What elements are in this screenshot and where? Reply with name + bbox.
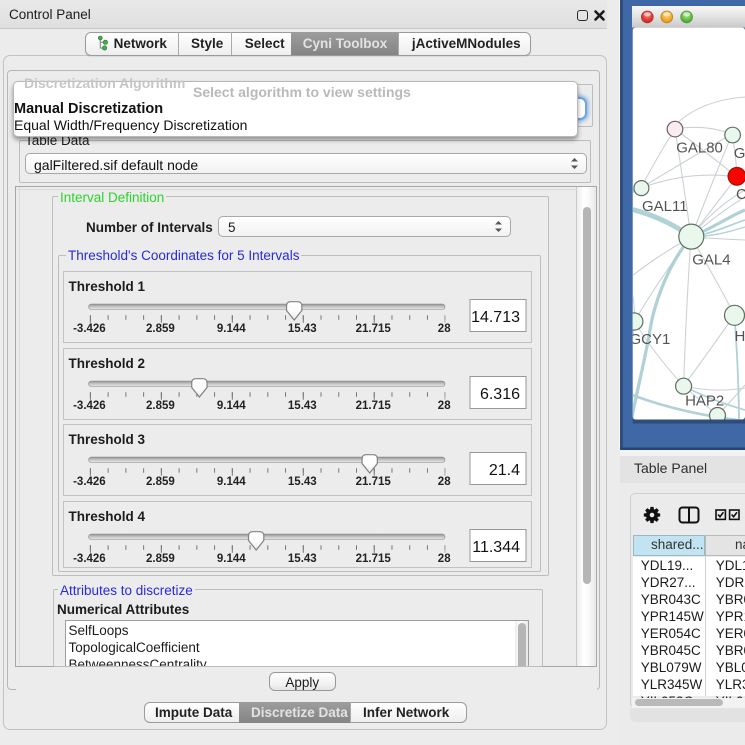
svg-text:21.715: 21.715 xyxy=(356,553,392,565)
svg-text:GCY1: GCY1 xyxy=(630,331,671,348)
svg-text:15.43: 15.43 xyxy=(288,323,317,335)
svg-text:CY: CY xyxy=(736,186,745,203)
svg-text:-3.426: -3.426 xyxy=(73,476,106,488)
svg-text:GAL80: GAL80 xyxy=(676,139,723,156)
svg-text:9.144: 9.144 xyxy=(217,553,246,565)
svg-text:15.43: 15.43 xyxy=(288,553,317,565)
svg-text:2.859: 2.859 xyxy=(146,323,175,335)
svg-text:21.715: 21.715 xyxy=(356,400,392,412)
svg-text:21.4: 21.4 xyxy=(489,462,520,479)
svg-text:GA: GA xyxy=(734,145,745,162)
svg-text:9.144: 9.144 xyxy=(217,476,246,488)
svg-text:28: 28 xyxy=(438,400,451,412)
svg-text:11.344: 11.344 xyxy=(472,539,520,556)
svg-text:15.43: 15.43 xyxy=(288,476,317,488)
svg-text:6.316: 6.316 xyxy=(480,386,520,403)
svg-text:Threshold 3: Threshold 3 xyxy=(69,432,146,447)
svg-text:-3.426: -3.426 xyxy=(73,553,106,565)
svg-text:21.715: 21.715 xyxy=(356,476,392,488)
svg-text:28: 28 xyxy=(438,553,451,565)
svg-text:9.144: 9.144 xyxy=(217,400,246,412)
svg-text:9.144: 9.144 xyxy=(217,323,246,335)
svg-text:2.859: 2.859 xyxy=(146,553,175,565)
svg-text:2.859: 2.859 xyxy=(146,400,175,412)
svg-text:15.43: 15.43 xyxy=(288,400,317,412)
svg-text:28: 28 xyxy=(438,323,451,335)
svg-text:21.715: 21.715 xyxy=(356,323,392,335)
svg-text:GAL11: GAL11 xyxy=(642,198,688,215)
svg-text:14.713: 14.713 xyxy=(471,309,520,326)
svg-text:2.859: 2.859 xyxy=(146,476,175,488)
svg-text:GAL4: GAL4 xyxy=(692,252,730,269)
svg-text:-3.426: -3.426 xyxy=(73,323,106,335)
svg-text:Threshold 1: Threshold 1 xyxy=(69,279,146,294)
svg-text:-3.426: -3.426 xyxy=(73,400,106,412)
svg-text:HA: HA xyxy=(735,328,745,345)
svg-text:Threshold 2: Threshold 2 xyxy=(69,356,146,371)
svg-text:HAP2: HAP2 xyxy=(685,393,724,410)
svg-text:Threshold 4: Threshold 4 xyxy=(69,509,146,524)
svg-text:28: 28 xyxy=(438,476,451,488)
